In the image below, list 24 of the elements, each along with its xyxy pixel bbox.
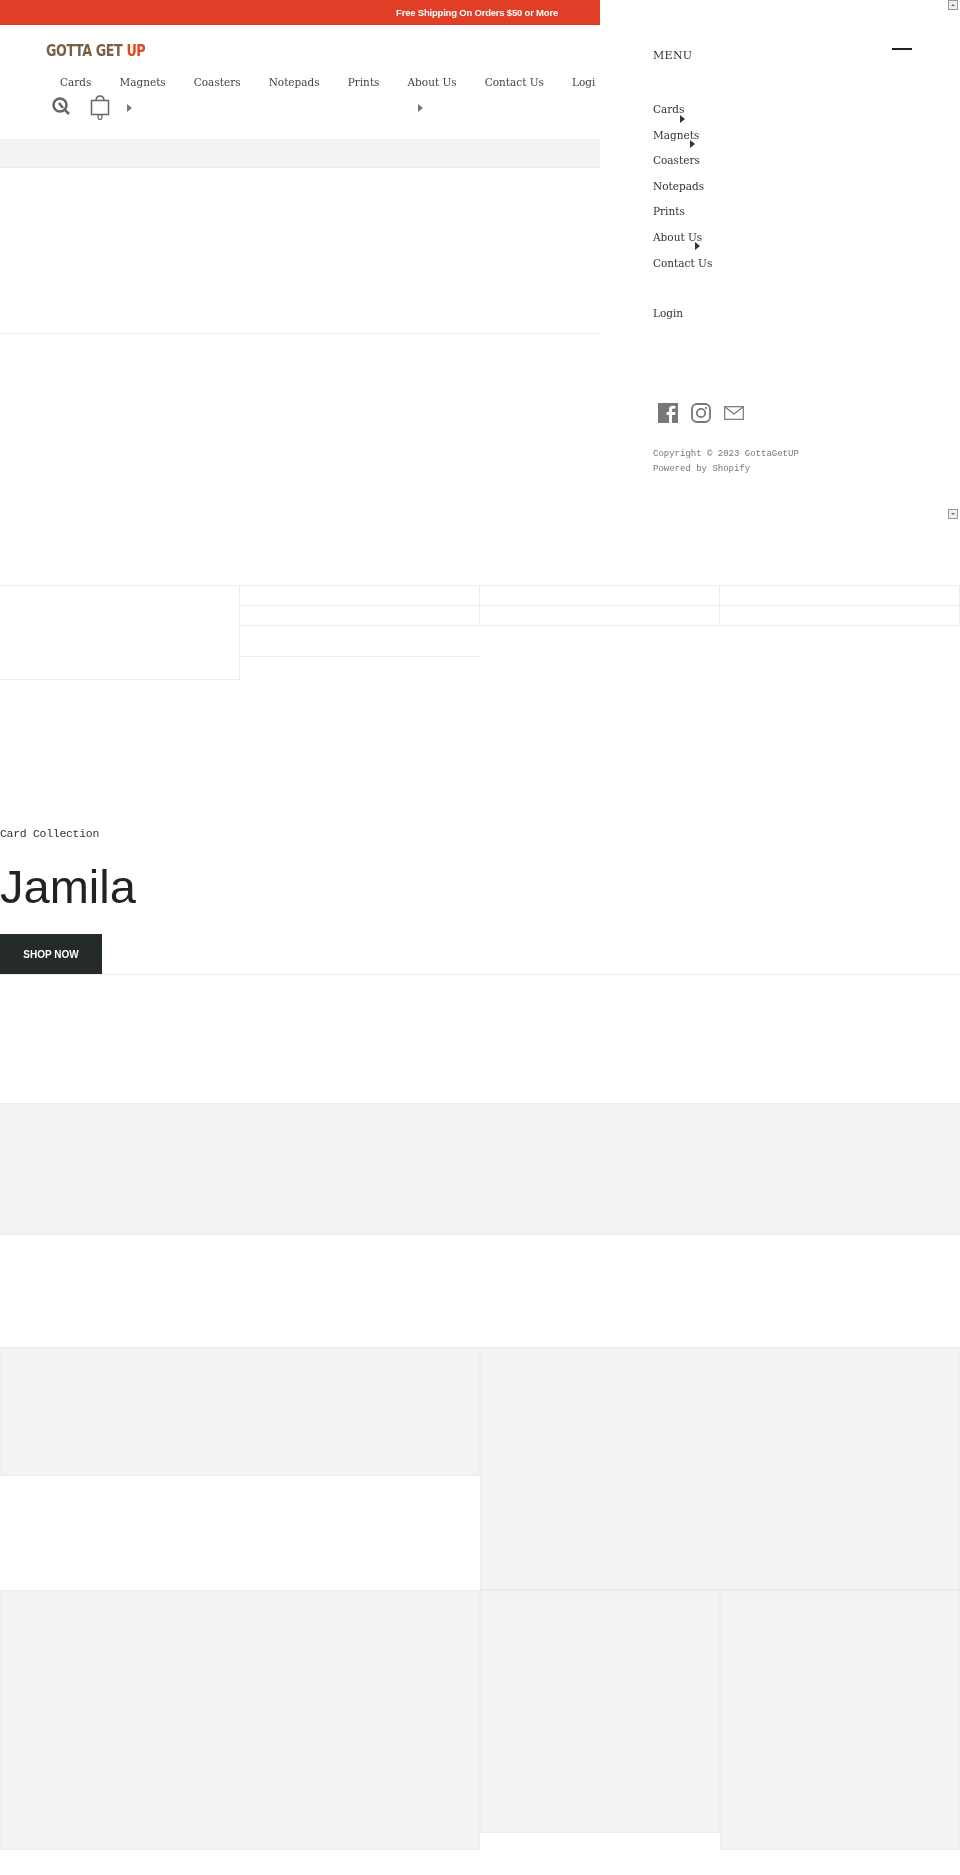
logo[interactable]: GOTTA GET UP — [46, 42, 146, 60]
copyright-text: Copyright © 2023 GottaGetUP — [653, 448, 800, 462]
menu-item[interactable]: About Us — [653, 229, 703, 244]
powered-by-link[interactable]: Powered by Shopify — [653, 462, 960, 478]
shop-now-button[interactable]: SHOP NOW — [0, 934, 102, 974]
nav-link[interactable]: About Us — [407, 76, 457, 88]
announcement-text: Free Shipping On Orders $50 or More — [396, 7, 558, 18]
nav-link[interactable]: Contact Us — [484, 76, 544, 88]
menu-item[interactable]: Notepads — [653, 178, 705, 193]
menu-item[interactable]: Prints — [653, 204, 685, 219]
login-link[interactable]: Login — [653, 306, 684, 321]
menu-item[interactable]: Coasters — [653, 153, 700, 168]
hero-title: Jamila — [0, 859, 137, 915]
nav-link[interactable]: Logi — [571, 76, 596, 88]
menu-item[interactable]: Cards — [653, 102, 685, 116]
nav-link[interactable]: Prints — [347, 76, 380, 88]
menu-title: MENU — [653, 49, 693, 62]
eyebrow-text: Card Collection — [0, 827, 101, 841]
nav-link[interactable]: Notepads — [268, 76, 320, 88]
nav-link[interactable]: Magnets — [119, 76, 166, 88]
menu-item[interactable]: Contact Us — [653, 255, 713, 270]
nav-link[interactable]: Cards — [60, 76, 92, 88]
nav-link[interactable]: Coasters — [193, 76, 241, 88]
menu-item[interactable]: Magnets — [653, 127, 700, 142]
